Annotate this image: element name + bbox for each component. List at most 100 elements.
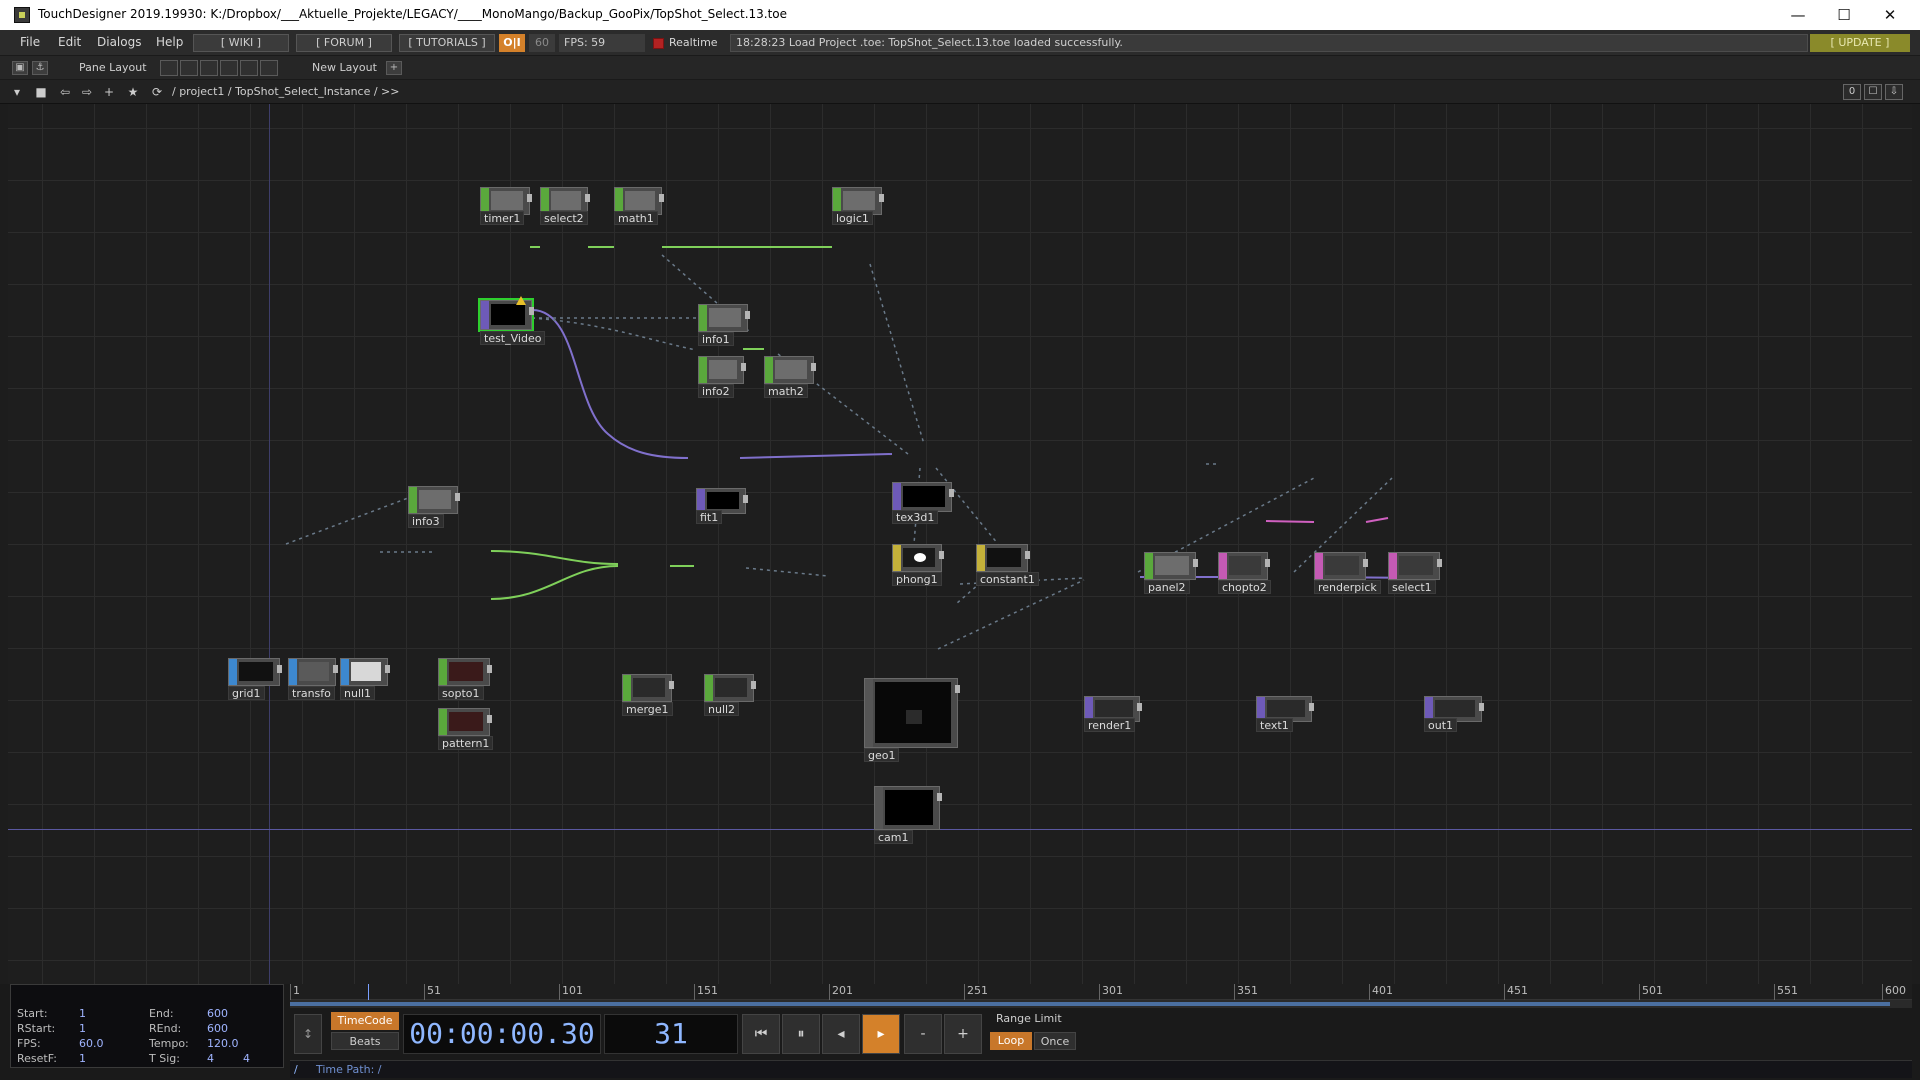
resetf-value[interactable]: 1 — [79, 1052, 86, 1065]
loop-button[interactable]: Loop — [990, 1032, 1032, 1050]
node-select1[interactable] — [1388, 552, 1442, 580]
layout-single-icon[interactable] — [160, 60, 178, 76]
realtime-checkbox[interactable] — [653, 38, 664, 49]
tick-label: 551 — [1774, 984, 1798, 1000]
timeline-settings: Start: 1 End: 600 RStart: 1 REnd: 600 FP… — [10, 984, 284, 1068]
timeline-panel: Start: 1 End: 600 RStart: 1 REnd: 600 FP… — [0, 984, 1920, 1080]
menu-help[interactable]: Help — [156, 35, 183, 49]
range-bar[interactable] — [290, 1000, 1912, 1008]
wires-layer — [285, 246, 1425, 650]
forum-button[interactable]: [ FORUM ] — [296, 34, 392, 52]
node-cam1[interactable] — [874, 786, 942, 830]
play-icon[interactable]: ▸ — [862, 1014, 900, 1054]
layout-quad-icon[interactable] — [240, 60, 258, 76]
maximize-pane-icon[interactable]: ☐ — [1864, 84, 1882, 100]
playhead[interactable] — [368, 984, 369, 1000]
network-editor[interactable]: timer1 select2 math1 logic1 test_Video i… — [8, 104, 1912, 984]
window-title: TouchDesigner 2019.19930: K:/Dropbox/___… — [38, 7, 788, 21]
rewind-icon[interactable]: ⏮ — [742, 1014, 780, 1054]
tsig-value-a[interactable]: 4 — [207, 1052, 214, 1065]
end-value[interactable]: 600 — [207, 1007, 228, 1020]
tick-label: 151 — [694, 984, 718, 1000]
node-label-test-video: test_Video — [480, 331, 546, 345]
star-icon[interactable]: ★ — [124, 84, 142, 100]
stop-icon[interactable]: ■ — [32, 84, 50, 100]
node-label-fit1: fit1 — [696, 510, 723, 524]
node-label-info1: info1 — [698, 332, 734, 346]
menu-file[interactable]: File — [20, 35, 40, 49]
menu-dialogs[interactable]: Dialogs — [97, 35, 141, 49]
layout-split-h-icon[interactable] — [200, 60, 218, 76]
node-info1[interactable] — [698, 304, 750, 332]
node-pattern1[interactable] — [438, 708, 492, 736]
tick-label: 251 — [964, 984, 988, 1000]
node-transform[interactable] — [288, 658, 338, 686]
plus-icon[interactable]: + — [944, 1014, 982, 1054]
maximize-button[interactable]: ☐ — [1821, 0, 1867, 30]
pin-icon[interactable]: ⇩ — [1885, 84, 1903, 100]
tempo-label: Tempo: — [149, 1037, 189, 1050]
node-null2[interactable] — [704, 674, 756, 702]
layout-grid-icon[interactable] — [260, 60, 278, 76]
node-label-transform: transfo — [288, 686, 335, 700]
node-tex3d1[interactable] — [892, 482, 954, 512]
minus-icon[interactable]: - — [904, 1014, 942, 1054]
cook-toggle-button[interactable]: O|I — [499, 34, 525, 52]
tsig-value-b[interactable]: 4 — [243, 1052, 250, 1065]
rstart-label: RStart: — [17, 1022, 56, 1035]
menu-edit[interactable]: Edit — [58, 35, 81, 49]
fps-cap-field[interactable]: 60 — [529, 34, 555, 52]
add-layout-button[interactable]: + — [386, 61, 402, 75]
frame-display[interactable]: 31 — [604, 1014, 738, 1054]
rstart-value[interactable]: 1 — [79, 1022, 86, 1035]
minimize-button[interactable]: — — [1775, 0, 1821, 30]
once-button[interactable]: Once — [1034, 1032, 1076, 1050]
node-info3[interactable] — [408, 486, 460, 514]
time-path-label[interactable]: Time Path: / — [316, 1063, 382, 1076]
node-math2[interactable] — [764, 356, 816, 384]
fps-readout: FPS: 59 — [559, 34, 645, 52]
close-button[interactable]: ✕ — [1867, 0, 1913, 30]
rend-value[interactable]: 600 — [207, 1022, 228, 1035]
timecode-display[interactable]: 00:00:00.30 — [403, 1014, 601, 1054]
pane-type-icon[interactable]: ▣ — [12, 61, 28, 75]
timeline-ruler[interactable]: 1 51 101 151 201 251 301 351 401 451 501… — [290, 984, 1912, 1000]
layout-split-v-icon[interactable] — [180, 60, 198, 76]
timecode-button[interactable]: TimeCode — [331, 1012, 399, 1030]
layout-three-icon[interactable] — [220, 60, 238, 76]
network-path[interactable]: / project1 / TopShot_Select_Instance / >… — [172, 85, 400, 98]
wiki-button[interactable]: [ WIKI ] — [193, 34, 289, 52]
node-merge1[interactable] — [622, 674, 674, 702]
node-sopto1[interactable] — [438, 658, 492, 686]
tutorials-button[interactable]: [ TUTORIALS ] — [399, 34, 495, 52]
step-back-icon[interactable]: ◂ — [822, 1014, 860, 1054]
node-renderpick[interactable] — [1314, 552, 1368, 580]
ref-cam1-render1 — [937, 579, 1085, 650]
node-chopto2[interactable] — [1218, 552, 1270, 580]
fps-value[interactable]: 60.0 — [79, 1037, 104, 1050]
pause-icon[interactable]: ⏸ — [782, 1014, 820, 1054]
tick-label: 451 — [1504, 984, 1528, 1000]
node-info2[interactable] — [698, 356, 746, 384]
forward-icon[interactable]: ⇨ — [78, 84, 96, 100]
timeline-options-icon[interactable]: ↕ — [294, 1014, 322, 1054]
tick-label: 201 — [829, 984, 853, 1000]
node-constant1[interactable] — [976, 544, 1030, 572]
refresh-icon[interactable]: ⟳ — [148, 84, 166, 100]
node-panel2[interactable] — [1144, 552, 1198, 580]
node-label-phong1: phong1 — [892, 572, 942, 586]
back-icon[interactable]: ⇦ — [56, 84, 74, 100]
node-null1[interactable] — [340, 658, 390, 686]
node-label-grid1: grid1 — [228, 686, 265, 700]
tick-label: 1 — [290, 984, 300, 1000]
node-grid1[interactable] — [228, 658, 282, 686]
fps-label: FPS: — [17, 1037, 41, 1050]
network-icon[interactable]: ⚓ — [32, 61, 48, 75]
beats-button[interactable]: Beats — [331, 1032, 399, 1050]
tempo-value[interactable]: 120.0 — [207, 1037, 239, 1050]
update-button[interactable]: [ UPDATE ] — [1810, 34, 1910, 52]
start-value[interactable]: 1 — [79, 1007, 86, 1020]
path-value-field[interactable]: 0 — [1843, 84, 1861, 100]
chevron-down-icon[interactable]: ▾ — [8, 84, 26, 100]
home-plus-icon[interactable]: + — [100, 84, 118, 100]
